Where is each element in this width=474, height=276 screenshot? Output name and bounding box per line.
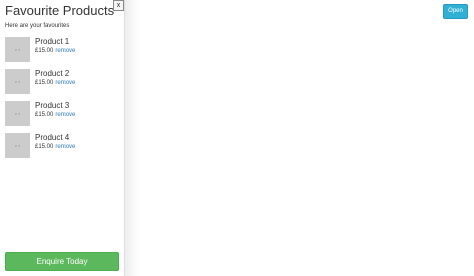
product-thumbnail: ● ● <box>5 133 30 158</box>
product-price-row: £15.00 remove <box>35 144 75 150</box>
product-thumbnail: ● ● <box>5 37 30 62</box>
product-price: £15.00 <box>35 80 54 86</box>
product-price: £15.00 <box>35 48 54 54</box>
remove-link[interactable]: remove <box>55 144 75 150</box>
product-thumbnail: ● ● <box>5 69 30 94</box>
favourites-panel: Favourite Products x Here are your favou… <box>0 0 125 276</box>
image-placeholder-icon: ● ● <box>14 79 21 84</box>
panel-title: Favourite Products <box>5 3 115 18</box>
product-name: Product 4 <box>35 133 70 142</box>
open-panel-button[interactable]: Open <box>443 4 468 19</box>
product-price-row: £15.00 remove <box>35 80 75 86</box>
product-name: Product 2 <box>35 69 70 78</box>
page: Favourite Products x Here are your favou… <box>0 0 474 276</box>
image-placeholder-icon: ● ● <box>14 111 21 116</box>
close-panel-button[interactable]: x <box>113 0 124 11</box>
image-placeholder-icon: ● ● <box>14 47 21 52</box>
product-price-row: £15.00 remove <box>35 112 75 118</box>
product-price-row: £15.00 remove <box>35 48 75 54</box>
panel-shadow <box>125 0 139 276</box>
enquire-today-button[interactable]: Enquire Today <box>5 252 119 271</box>
remove-link[interactable]: remove <box>55 48 75 54</box>
product-name: Product 3 <box>35 101 70 110</box>
product-price: £15.00 <box>35 144 54 150</box>
image-placeholder-icon: ● ● <box>14 143 21 148</box>
product-thumbnail: ● ● <box>5 101 30 126</box>
product-name: Product 1 <box>35 37 70 46</box>
panel-subtitle: Here are your favourites <box>5 23 70 29</box>
remove-link[interactable]: remove <box>55 112 75 118</box>
remove-link[interactable]: remove <box>55 80 75 86</box>
product-price: £15.00 <box>35 112 54 118</box>
